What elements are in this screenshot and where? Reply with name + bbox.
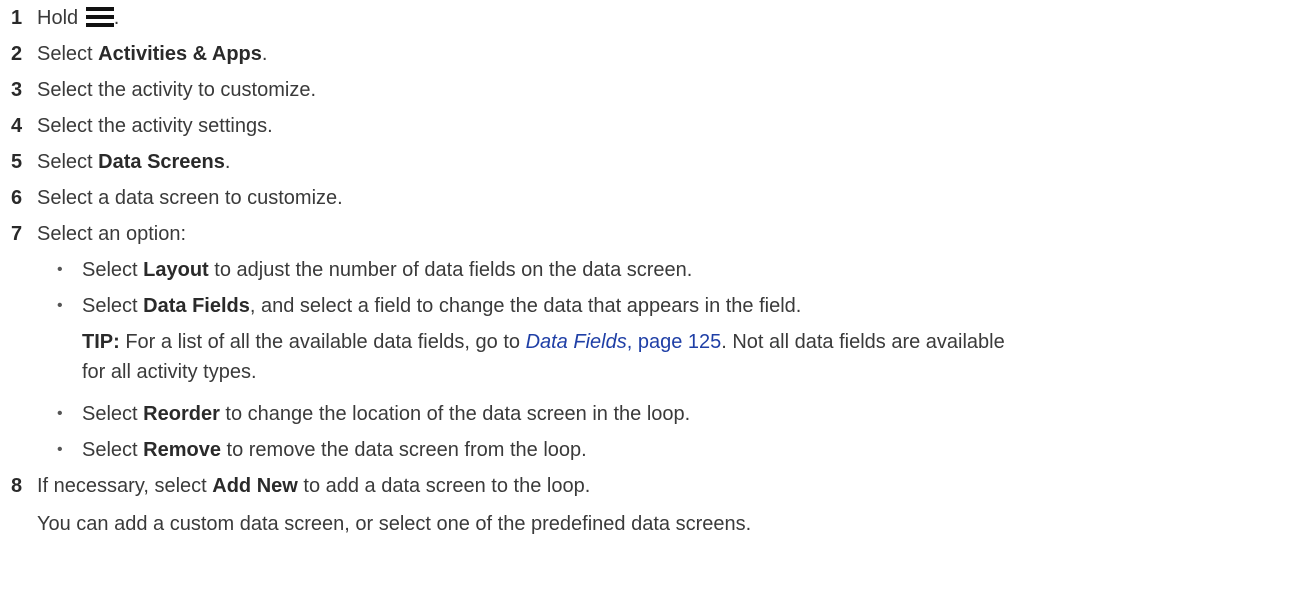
step-number: 5 bbox=[11, 151, 23, 173]
tip-text: TIP: For a list of all the available dat… bbox=[82, 326, 1005, 358]
step-number: 8 bbox=[11, 475, 23, 497]
option-text-bold: Remove bbox=[143, 439, 221, 461]
option-text: Select Layout to adjust the number of da… bbox=[82, 254, 692, 286]
option-text-bold: Reorder bbox=[143, 403, 220, 425]
step-text-bold: Activities & Apps bbox=[98, 43, 262, 65]
bullet: • bbox=[57, 297, 63, 314]
step-text-bold: Add New bbox=[212, 475, 298, 497]
link-page: , page 125 bbox=[626, 331, 722, 353]
option-text: Select Remove to remove the data screen … bbox=[82, 434, 587, 466]
step-text-post: to add a data screen to the loop. bbox=[297, 475, 591, 497]
option-text-pre: Select bbox=[82, 403, 144, 425]
option-text-bold: Layout bbox=[143, 259, 209, 281]
bullet: • bbox=[57, 261, 63, 278]
option-text-post: to remove the data screen from the loop. bbox=[220, 439, 587, 461]
step-text: Select a data screen to customize. bbox=[37, 187, 343, 209]
step-text: Select the activity to customize. bbox=[37, 79, 317, 101]
step-text: Hold . bbox=[37, 2, 119, 34]
tip-text-pre: For a list of all the available data fie… bbox=[119, 331, 526, 353]
step-number: 6 bbox=[11, 187, 23, 209]
data-fields-link[interactable]: Data Fields, page 125 bbox=[526, 331, 722, 353]
step-text: Select the activity settings. bbox=[37, 115, 273, 137]
step-text: If necessary, select Add New to add a da… bbox=[37, 470, 590, 502]
bullet: • bbox=[57, 405, 63, 422]
tip-text-post: . Not all data fields are available bbox=[721, 331, 1005, 353]
option-text-pre: Select bbox=[82, 295, 144, 317]
menu-icon bbox=[85, 7, 114, 27]
step-text-pre: If necessary, select bbox=[37, 475, 213, 497]
step-number: 3 bbox=[11, 79, 23, 101]
step-text-pre: Select bbox=[37, 43, 99, 65]
step-text-post: . bbox=[261, 43, 268, 65]
step-text-post: . bbox=[224, 151, 231, 173]
step-text-post: . bbox=[113, 7, 120, 29]
step-note-text: You can add a custom data screen, or sel… bbox=[37, 513, 752, 535]
option-text-post: to adjust the number of data fields on t… bbox=[208, 259, 693, 281]
step-text-bold: Data Screens bbox=[98, 151, 225, 173]
option-text-bold: Data Fields bbox=[143, 295, 250, 317]
bullet: • bbox=[57, 441, 63, 458]
tip-label: TIP: bbox=[82, 331, 120, 353]
step-text: Select an option: bbox=[37, 223, 186, 245]
step-number: 2 bbox=[11, 43, 23, 65]
option-text-pre: Select bbox=[82, 259, 144, 281]
step-text: Select Data Screens. bbox=[37, 146, 230, 178]
step-text-pre: Select bbox=[37, 151, 99, 173]
option-text-post: , and select a field to change the data … bbox=[249, 295, 802, 317]
option-text-post: to change the location of the data scree… bbox=[219, 403, 691, 425]
step-text-pre: Hold bbox=[37, 7, 84, 29]
option-text: Select Data Fields, and select a field t… bbox=[82, 290, 801, 322]
link-title: Data Fields bbox=[525, 331, 627, 353]
option-text-pre: Select bbox=[82, 439, 144, 461]
step-number: 4 bbox=[11, 115, 23, 137]
step-text: Select Activities & Apps. bbox=[37, 38, 267, 70]
step-number: 1 bbox=[11, 7, 23, 29]
step-number: 7 bbox=[11, 223, 23, 245]
tip-text-line2: for all activity types. bbox=[82, 361, 257, 383]
option-text: Select Reorder to change the location of… bbox=[82, 398, 690, 430]
